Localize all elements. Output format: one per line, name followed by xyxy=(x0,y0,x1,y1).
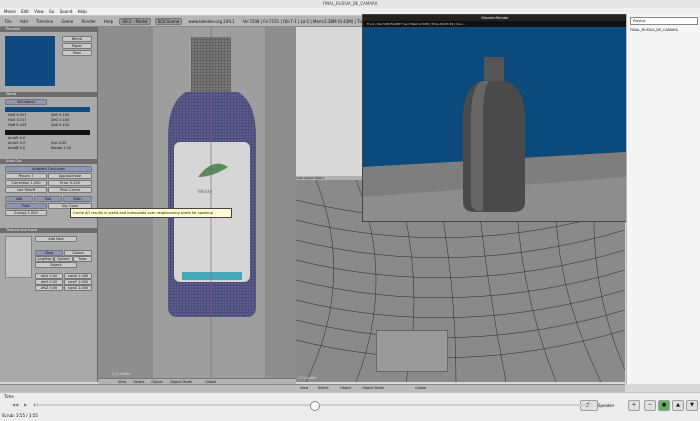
move-down-button[interactable]: ▼ xyxy=(686,400,698,411)
blender-menu-render[interactable]: Render xyxy=(80,19,98,24)
lower-statusbar: View Select Object Object Mode Global xyxy=(0,384,625,392)
vp3-footer-view[interactable]: View xyxy=(300,386,308,390)
record-button[interactable]: ● xyxy=(658,400,670,411)
ao-sub-button[interactable]: Sub xyxy=(34,196,62,202)
ambient-b[interactable]: AmbB 0.0 xyxy=(5,146,46,150)
preview-area: Blend Paper Real xyxy=(0,32,97,92)
playlist-sidebar: Playlist FINAL_RUSSIA_DE_CAMARA xyxy=(626,14,700,384)
player-controls: Time ◀◀ ▶ ▶▶ Scrub: 3:55 / 3:55 🔊 Speake… xyxy=(0,392,700,421)
remove-button[interactable]: − xyxy=(644,400,656,411)
ao-pixel-cache-tooltip: Cache AO results in pixels and interpola… xyxy=(70,208,232,218)
menu-go[interactable]: Go xyxy=(49,9,55,14)
menu-edit[interactable]: Edit xyxy=(21,9,29,14)
ao-use-falloff[interactable]: Use Falloff xyxy=(5,187,47,193)
render-window[interactable]: Blender:Render Fra:1 | Ve:7208 Fa:6877 L… xyxy=(362,14,628,222)
viewport3-frame-label: (17) bottle xyxy=(298,376,317,380)
texture-object[interactable]: Object: xyxy=(35,262,77,268)
rendered-bottle-image xyxy=(363,27,627,221)
previous-icon[interactable]: ◀◀ xyxy=(12,402,18,407)
ambient-g[interactable]: AmbG 0.0 xyxy=(5,141,46,145)
ao-energy[interactable]: Energy 1.000 xyxy=(5,210,47,216)
blender-menu-file[interactable]: File xyxy=(3,19,14,24)
vp3-footer-mode[interactable]: Object Mode xyxy=(362,386,384,390)
texture-channel-list[interactable] xyxy=(5,236,32,278)
playlist-item[interactable]: FINAL_RUSSIA_DE_CAMARA xyxy=(630,28,698,32)
vp3-footer-select[interactable]: Select xyxy=(318,386,329,390)
zenith-r[interactable]: ZeR 0.100 xyxy=(48,113,89,117)
zenith-b[interactable]: ZeB 0.100 xyxy=(48,123,89,127)
size-z[interactable]: sizeZ 1.000 xyxy=(64,285,92,291)
horizon-color-swatch[interactable] xyxy=(5,107,90,112)
ambient-occlusion-toggle[interactable]: Ambient Occlusion xyxy=(5,166,92,172)
range-field[interactable]: Range 1.00 xyxy=(48,146,89,150)
ao-error[interactable]: Error 0.250 xyxy=(48,180,92,186)
ao-passes[interactable]: Passes 7 xyxy=(5,173,47,179)
ambient-occlusion-settings: Ambient Occlusion Passes 7 Approximate C… xyxy=(0,164,97,228)
ambient-color-swatch[interactable] xyxy=(5,130,90,135)
world-preview-swatch xyxy=(5,36,55,86)
viewport-3d-main[interactable]: Whisky (17) bottle xyxy=(98,27,296,382)
scene-selector[interactable]: SCE:Scene xyxy=(154,18,183,25)
window-title: FINAL_RUSSIA_DE_CAMARA xyxy=(322,1,378,6)
move-up-button[interactable]: ▲ xyxy=(672,400,684,411)
blender-menu-timeline[interactable]: Timeline xyxy=(34,19,55,24)
speaker-label: Speaker xyxy=(598,403,615,408)
blender-menu-game[interactable]: Game xyxy=(59,19,75,24)
world-properties-panel: Preview Blend Paper Real World WO:World … xyxy=(0,27,98,382)
playlist-dropdown[interactable]: Playlist xyxy=(630,17,698,25)
ao-both-button[interactable]: Both xyxy=(63,196,92,202)
horizon-g[interactable]: HoG 0.217 xyxy=(5,118,46,122)
preview-paper-button[interactable]: Paper xyxy=(62,43,92,49)
blender-menu-help[interactable]: Help xyxy=(102,19,115,24)
blender-stats: Ve:7208 | Fa:7151 | Ob:7-1 | La:1 | Mem:… xyxy=(243,19,369,24)
menu-help[interactable]: Help xyxy=(78,9,87,14)
time-readout: 3:55 / 3:55 xyxy=(16,413,38,418)
preview-blend-button[interactable]: Blend xyxy=(62,36,92,42)
menu-sound[interactable]: Sound xyxy=(60,9,73,14)
viewport-frame-label: (17) bottle xyxy=(112,372,131,376)
preview-real-button[interactable]: Real xyxy=(62,50,92,56)
ambient-r[interactable]: AmbR 0.0 xyxy=(5,136,46,140)
scrub-label: Scrub: xyxy=(2,413,15,418)
horizon-r[interactable]: HoR 0.057 xyxy=(5,113,46,117)
zenith-g[interactable]: ZeG 0.100 xyxy=(48,118,89,122)
timeline-label: Time xyxy=(4,394,14,399)
blender-menu-add[interactable]: Add xyxy=(18,19,30,24)
play-icon[interactable]: ▶ xyxy=(24,402,27,407)
ao-pixel-cache[interactable]: Pixel Cache xyxy=(48,187,92,193)
texture-settings: Add New View Global AngMap Sphere Tube O… xyxy=(0,233,97,303)
menu-view[interactable]: View xyxy=(34,9,44,14)
bottle-label: Whisky xyxy=(198,189,213,194)
texture-add-new[interactable]: Add New xyxy=(35,236,77,242)
ao-add-button[interactable]: Add xyxy=(5,196,33,202)
world-name-field[interactable]: WO:World xyxy=(5,99,47,105)
ao-correction[interactable]: Correction 1.000 xyxy=(5,180,47,186)
add-button[interactable]: + xyxy=(628,400,640,411)
vp3-footer-object[interactable]: Object xyxy=(340,386,351,390)
exposure-field[interactable]: Exp 0.00 xyxy=(48,141,89,145)
menu-movie[interactable]: Movie xyxy=(4,9,16,14)
floating-properties-panel[interactable] xyxy=(376,330,448,372)
screen-selector[interactable]: SR:2 - Model xyxy=(119,18,151,25)
world-settings: WO:World HoR 0.057 HoG 0.217 HoB 0.439 Z… xyxy=(0,97,97,159)
blender-site: www.blender.org 249.1 xyxy=(188,19,235,24)
ofs-z[interactable]: ofsZ 0.00 xyxy=(35,285,63,291)
seek-slider-knob[interactable] xyxy=(310,401,320,411)
ao-method[interactable]: Approximate xyxy=(48,173,92,179)
horizon-b[interactable]: HoB 0.439 xyxy=(5,123,46,127)
bottle-wireframe xyxy=(153,27,265,382)
vp3-footer-global[interactable]: Global xyxy=(415,386,426,390)
ao-plain-button[interactable]: Plain xyxy=(5,203,47,209)
